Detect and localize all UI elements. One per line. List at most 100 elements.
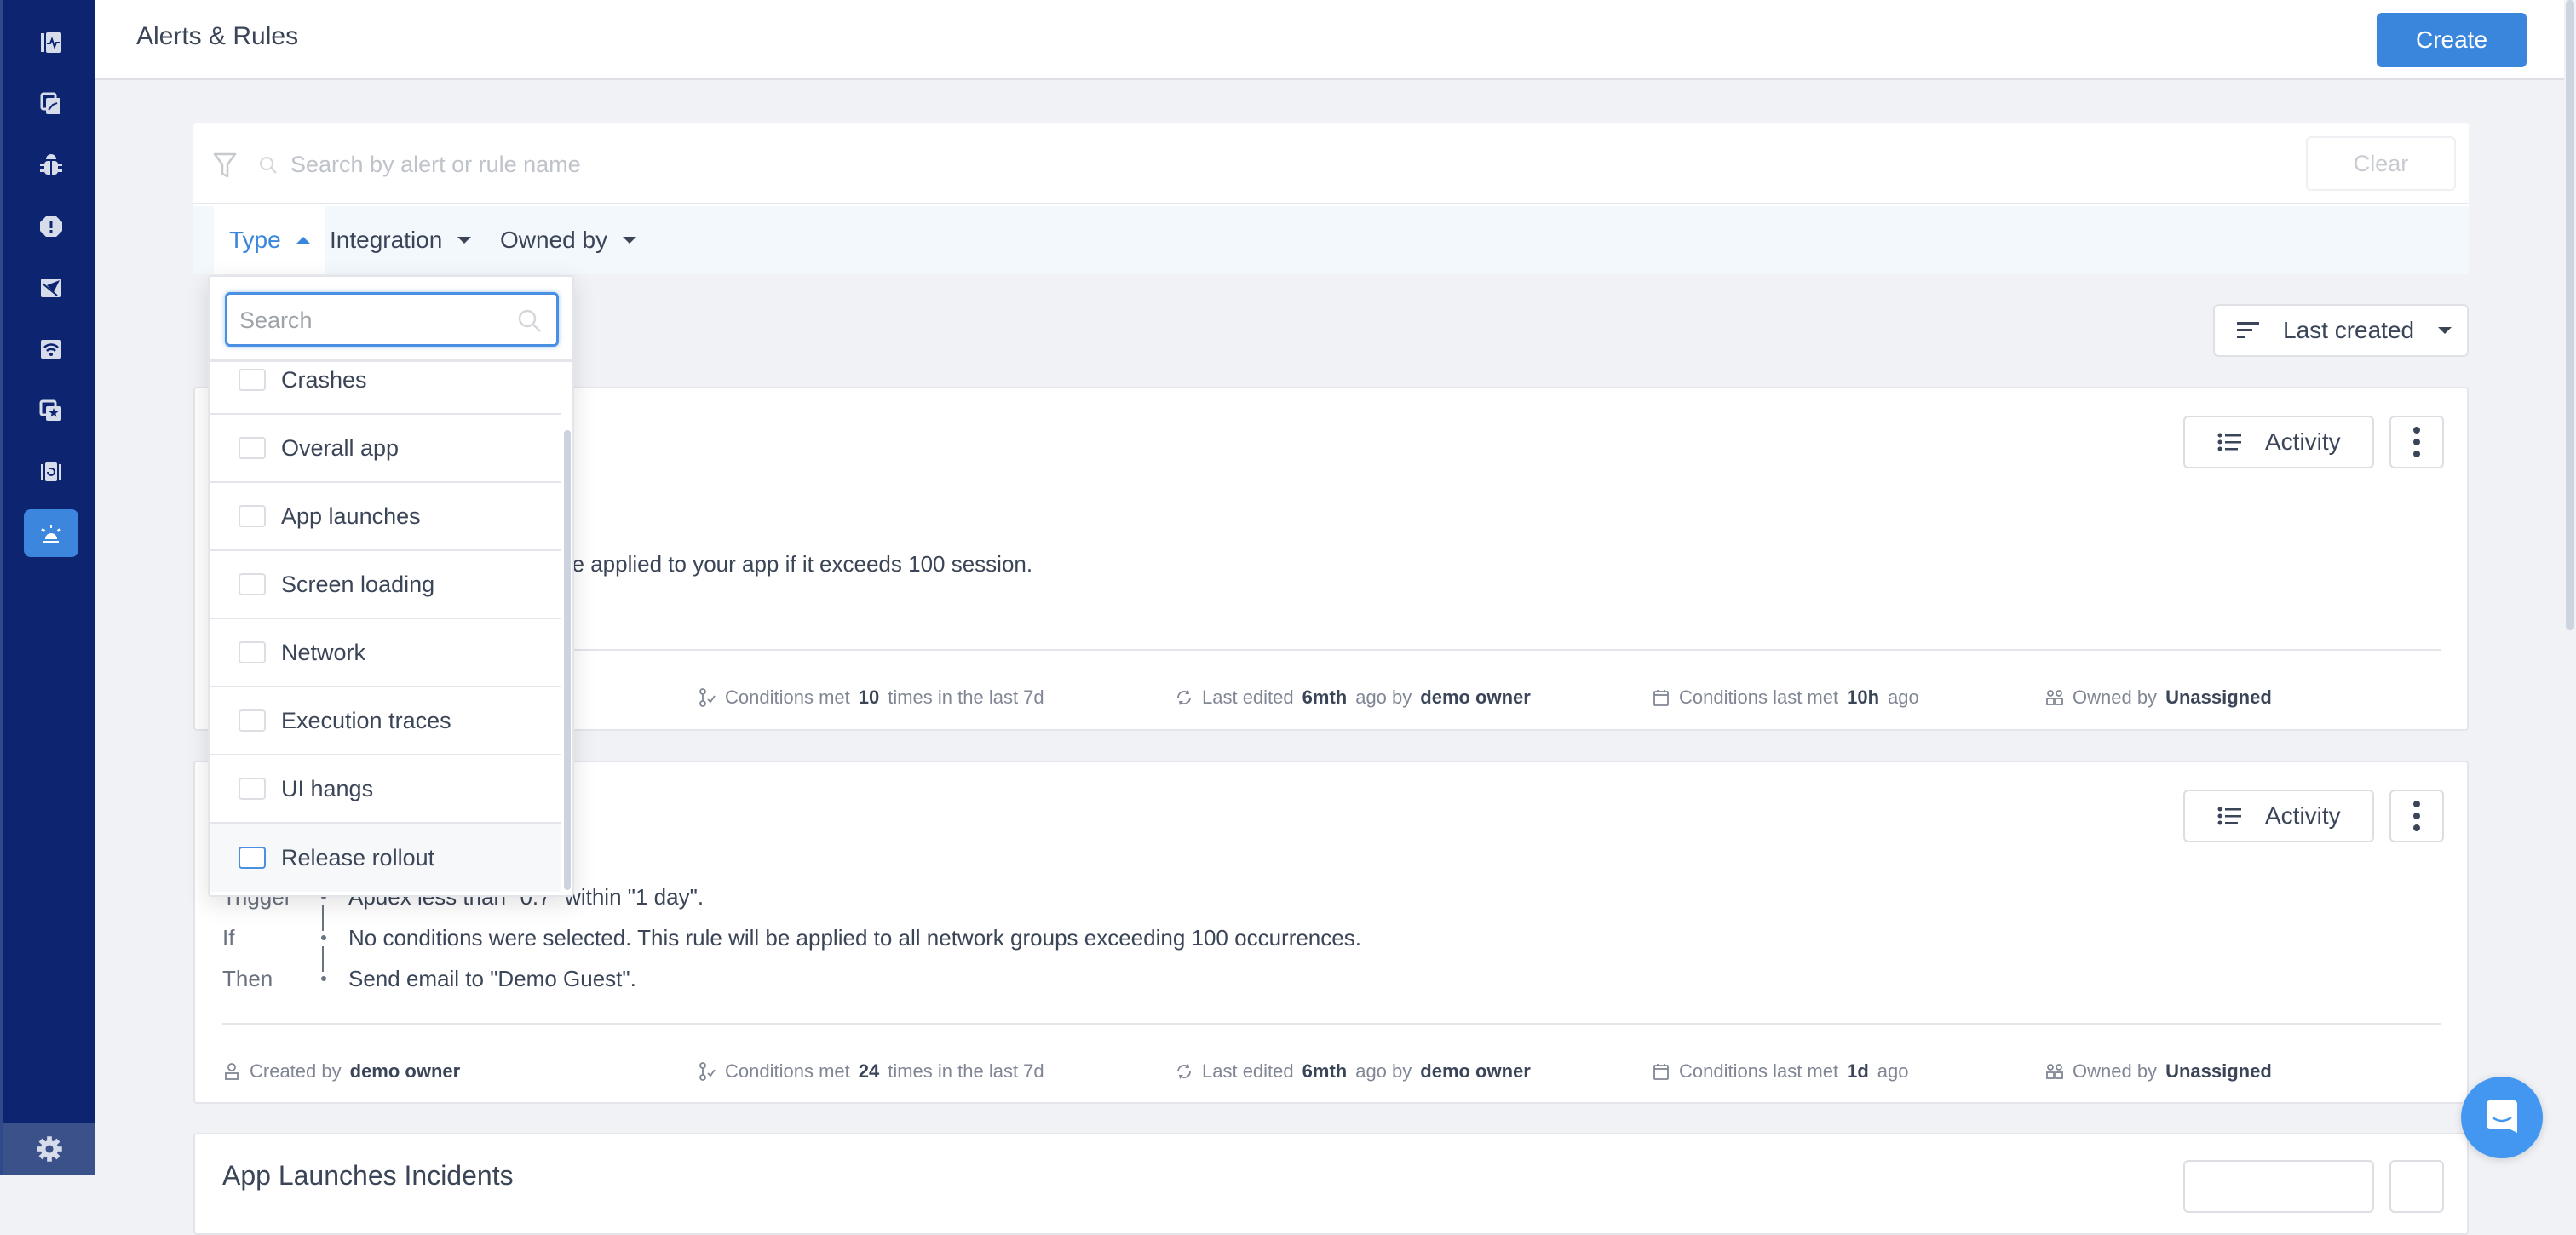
calendar-icon xyxy=(1653,690,1669,706)
page-scrollbar-thumb[interactable] xyxy=(2566,0,2574,630)
sort-dropdown[interactable]: Last created xyxy=(2213,304,2469,357)
activity-button[interactable] xyxy=(2183,1160,2374,1213)
rule-card: App Launches Incidents xyxy=(193,1133,2469,1235)
rule-dot xyxy=(321,935,326,940)
type-option-release-rollout[interactable]: Release rollout xyxy=(210,824,561,892)
activity-button[interactable]: Activity xyxy=(2183,790,2374,842)
branch-check-icon xyxy=(699,1062,716,1081)
gear-icon xyxy=(37,1136,62,1162)
more-options-button[interactable] xyxy=(2389,790,2444,842)
sidebar-item-bugs[interactable] xyxy=(24,141,78,189)
meta-last-met: Conditions last met 1d ago xyxy=(1652,1060,1909,1083)
dropdown-search-field[interactable] xyxy=(225,292,559,347)
more-vertical-icon xyxy=(2413,801,2420,807)
if-text: No conditions were selected. This rule w… xyxy=(348,924,1361,951)
create-button[interactable]: Create xyxy=(2377,13,2527,67)
rule-dot xyxy=(321,976,326,981)
alarm-icon xyxy=(41,525,61,543)
caret-down-icon xyxy=(2438,327,2452,334)
then-label: Then xyxy=(222,965,273,991)
crash-icon xyxy=(40,216,62,237)
then-text: Send email to "Demo Guest". xyxy=(348,965,636,991)
more-options-button[interactable] xyxy=(2389,416,2444,468)
filter-panel: Clear Type Integration Owned by xyxy=(193,123,2469,274)
caret-down-icon xyxy=(623,237,637,244)
filter-tab-label: Owned by xyxy=(500,227,608,253)
filter-funnel-icon[interactable] xyxy=(212,152,238,181)
type-option-screen-loading[interactable]: Screen loading xyxy=(210,551,561,619)
sidebar-item-alerts[interactable] xyxy=(24,509,78,557)
app-health-icon xyxy=(41,32,61,53)
chat-icon xyxy=(2487,1100,2517,1133)
sidebar-item-reports[interactable] xyxy=(24,80,78,128)
replay-icon xyxy=(41,462,61,481)
card-divider xyxy=(222,1023,2441,1025)
page-header: Alerts & Rules Create xyxy=(95,0,2576,80)
reports-icon xyxy=(40,92,60,114)
checkbox[interactable] xyxy=(239,709,266,732)
branch-check-icon xyxy=(699,688,716,707)
bug-icon xyxy=(40,154,62,175)
checkbox[interactable] xyxy=(239,573,266,595)
activity-label: Activity xyxy=(2265,802,2341,829)
activity-button[interactable]: Activity xyxy=(2183,416,2374,468)
network-icon xyxy=(41,340,61,359)
type-option-network[interactable]: Network xyxy=(210,619,561,687)
rule-title[interactable]: App Launches Incidents xyxy=(222,1160,514,1192)
checkbox[interactable] xyxy=(239,437,266,459)
checkbox[interactable] xyxy=(239,505,266,527)
dropdown-scrollbar[interactable] xyxy=(564,430,571,890)
meta-owned-by: Owned by Unassigned xyxy=(2045,686,2272,709)
more-vertical-icon xyxy=(2413,427,2420,434)
meta-owned-by: Owned by Unassigned xyxy=(2045,1060,2272,1083)
page-title: Alerts & Rules xyxy=(136,22,299,50)
dropdown-search-input[interactable] xyxy=(239,303,495,337)
chat-support-button[interactable] xyxy=(2461,1077,2543,1158)
filter-tab-label: Type xyxy=(229,227,281,253)
team-icon xyxy=(2046,1064,2063,1079)
type-option-overall-app[interactable]: Overall app xyxy=(210,415,561,483)
meta-last-met: Conditions last met 10h ago xyxy=(1652,686,1919,709)
sidebar-item-surveys[interactable] xyxy=(24,387,78,434)
checkbox[interactable] xyxy=(239,641,266,663)
if-label: If xyxy=(222,924,235,951)
type-option-app-launches[interactable]: App launches xyxy=(210,483,561,551)
filter-tab-owned-by[interactable]: Owned by xyxy=(500,206,637,274)
caret-up-icon xyxy=(296,237,310,244)
type-filter-dropdown: Crashes Overall app App launches Screen … xyxy=(208,275,574,897)
search-icon xyxy=(260,157,277,174)
checkbox[interactable] xyxy=(239,369,266,391)
list-icon xyxy=(2217,433,2241,451)
filter-tab-integration[interactable]: Integration xyxy=(330,206,472,274)
search-input[interactable] xyxy=(290,145,2335,184)
type-option-ui-hangs[interactable]: UI hangs xyxy=(210,755,561,824)
filter-tab-type[interactable]: Type xyxy=(214,206,325,274)
meta-conditions-met: Conditions met 24 times in the last 7d xyxy=(698,1060,1044,1083)
filter-tab-label: Integration xyxy=(330,227,443,253)
checkbox[interactable] xyxy=(239,847,266,869)
calendar-icon xyxy=(1653,1064,1669,1080)
meta-last-edited: Last edited 6mth ago by demo owner xyxy=(1175,1060,1531,1083)
sidebar-item-releases[interactable] xyxy=(24,264,78,312)
type-option-crashes[interactable]: Crashes xyxy=(210,347,561,415)
settings-button[interactable] xyxy=(3,1123,95,1175)
rule-if: If No conditions were selected. This rul… xyxy=(222,921,1361,955)
sidebar-item-network[interactable] xyxy=(24,325,78,373)
checkbox[interactable] xyxy=(239,778,266,800)
sort-icon xyxy=(2237,322,2259,338)
type-option-execution-traces[interactable]: Execution traces xyxy=(210,687,561,755)
sidebar-item-crashes[interactable] xyxy=(24,203,78,250)
user-icon xyxy=(225,1063,239,1080)
sort-label: Last created xyxy=(2283,317,2415,343)
rule-then: Then Send email to "Demo Guest". xyxy=(222,962,636,996)
refresh-icon xyxy=(1177,690,1191,705)
team-icon xyxy=(2046,690,2063,705)
refresh-icon xyxy=(1177,1064,1191,1079)
activity-label: Activity xyxy=(2265,428,2341,455)
sidebar-item-app-health[interactable] xyxy=(24,19,78,66)
sidebar-item-replay[interactable] xyxy=(24,448,78,496)
release-icon xyxy=(41,279,61,297)
clear-button[interactable]: Clear xyxy=(2306,136,2456,191)
sidebar xyxy=(0,0,95,1175)
more-options-button[interactable] xyxy=(2389,1160,2444,1213)
